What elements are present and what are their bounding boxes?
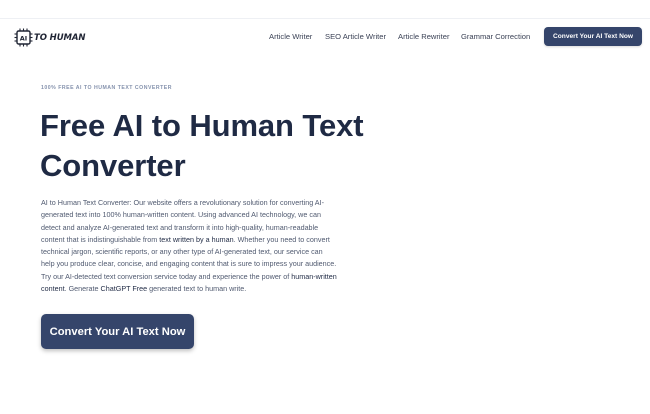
- link-text-written-by-human[interactable]: text written by a human: [159, 235, 233, 244]
- nav-grammar-correction[interactable]: Grammar Correction: [461, 32, 530, 41]
- description-part4: generated text to human write.: [147, 284, 247, 294]
- site-header: AI TO HUMAN Article Writer SEO Article W…: [0, 20, 650, 54]
- description-part3: . Generate: [64, 284, 101, 294]
- page-title-line1: Free AI to Human Text: [40, 108, 364, 143]
- link-chatgpt-free[interactable]: ChatGPT Free: [101, 284, 148, 293]
- nav-article-writer[interactable]: Article Writer: [269, 32, 312, 41]
- page-title: Free AI to Human Text Converter: [40, 106, 400, 186]
- hero-eyebrow: 100% FREE AI TO HUMAN TEXT CONVERTER: [41, 85, 172, 91]
- nav-seo-article-writer[interactable]: SEO Article Writer: [325, 32, 386, 41]
- nav-article-rewriter[interactable]: Article Rewriter: [398, 32, 449, 41]
- header-convert-button[interactable]: Convert Your AI Text Now: [544, 27, 642, 46]
- page-title-line2: Converter: [40, 148, 186, 183]
- hero-convert-button[interactable]: Convert Your AI Text Now: [41, 314, 194, 349]
- top-divider: [0, 18, 650, 19]
- hero-description: AI to Human Text Converter: Our website …: [41, 197, 337, 295]
